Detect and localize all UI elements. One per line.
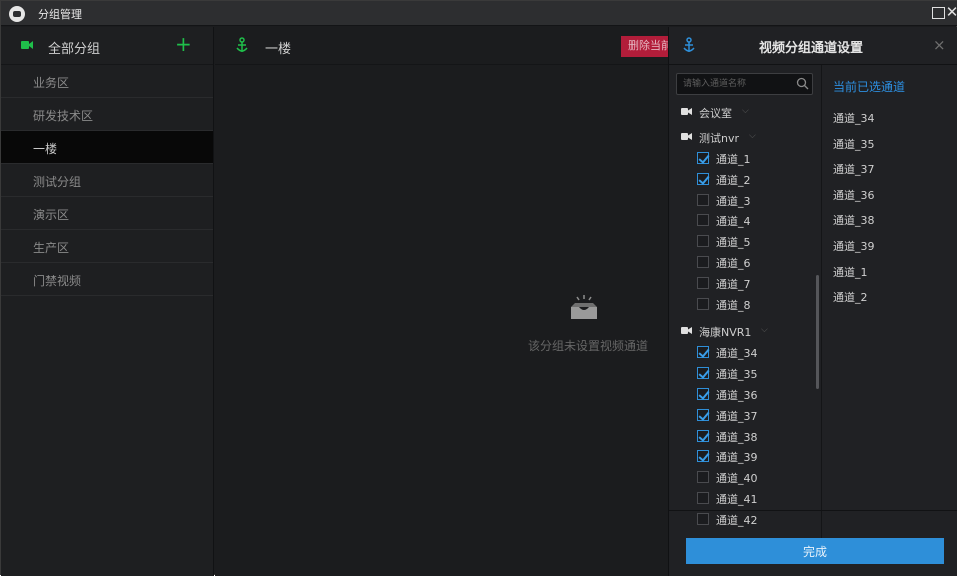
channel-name: 通道_7	[716, 277, 751, 291]
all-groups-label: 全部分组	[48, 42, 101, 57]
device-name: 会议室	[699, 107, 732, 120]
anchor-icon	[236, 37, 248, 52]
selected-channel-item[interactable]: 通道_34	[833, 110, 875, 126]
channel-checkbox[interactable]	[697, 429, 709, 442]
channel-name: 通道_1	[716, 153, 751, 166]
channel-name: 通道_41	[716, 493, 758, 506]
camera-icon	[681, 133, 692, 140]
group-sidebar: 全部分组 + 业务区研发技术区一楼测试分组演示区生产区门禁视频	[1, 27, 214, 576]
group-item-label: 测试分组	[33, 175, 82, 189]
anchor-icon	[683, 37, 695, 52]
channel-checkbox[interactable]	[697, 388, 709, 400]
channel-checkbox[interactable]	[697, 492, 709, 504]
channel-name: 通道_4	[716, 215, 751, 229]
channel-name: 通道_38	[716, 430, 758, 444]
channel-name: 通道_3	[716, 194, 751, 208]
chevron-down-icon[interactable]: ⌵	[742, 106, 749, 116]
current-group-name: 一楼	[265, 42, 292, 57]
channel-checkbox[interactable]	[697, 297, 709, 310]
selected-channel-item[interactable]: 通道_1	[833, 264, 868, 280]
search-icon[interactable]	[796, 77, 809, 90]
selected-channel-item[interactable]: 通道_37	[833, 161, 875, 177]
channel-settings-panel: 视频分组通道设置 × 会议室 ⌵ 测试nvr ⌵ 通道_1 通道_2 通道_3 通道_4 通道_…	[668, 27, 957, 576]
channel-name: 通道_8	[716, 298, 751, 312]
delete-current-button[interactable]: 删除当前	[621, 36, 668, 57]
group-detail-area: 一楼 删除当前 该分组未设置视频通道	[215, 27, 668, 576]
done-button[interactable]: 完成	[686, 538, 944, 564]
selected-channel-item[interactable]: 通道_2	[833, 289, 868, 305]
channel-checkbox[interactable]	[697, 235, 709, 248]
selected-channel-item[interactable]: 通道_39	[833, 238, 875, 254]
channel-checkbox[interactable]	[697, 408, 709, 421]
channel-checkbox[interactable]	[697, 276, 709, 289]
selected-channels-column: 当前已选通道 通道_34 通道_35 通道_37 通道_36 通道_38 通道_39 通道_…	[821, 65, 957, 548]
channel-search-input[interactable]	[683, 76, 793, 92]
channel-tree: 会议室 ⌵ 测试nvr ⌵ 通道_1 通道_2 通道_3 通道_4 通道_5 通道_6 通道_7 通道…	[669, 99, 819, 548]
group-item-label: 业务区	[33, 76, 70, 90]
close-window-icon[interactable]: ✕	[944, 4, 957, 20]
channel-name: 通道_5	[716, 236, 751, 250]
window-title: 分组管理	[38, 8, 82, 21]
group-detail-header: 一楼 删除当前	[215, 27, 668, 65]
group-item[interactable]: 一楼	[1, 131, 213, 164]
group-item-label: 研发技术区	[33, 109, 94, 123]
selected-channel-item[interactable]: 通道_38	[833, 212, 875, 228]
group-item-label: 生产区	[33, 241, 70, 255]
channel-checkbox[interactable]	[697, 152, 709, 164]
selected-channel-item[interactable]: 通道_35	[833, 136, 875, 152]
channel-checkbox[interactable]	[697, 256, 709, 268]
all-groups-header[interactable]: 全部分组 +	[1, 27, 213, 65]
selected-channel-item[interactable]: 通道_36	[833, 187, 875, 203]
camera-icon	[681, 327, 692, 335]
channel-checkbox[interactable]	[697, 471, 709, 484]
channel-name: 通道_40	[716, 472, 758, 486]
add-group-button[interactable]: +	[175, 32, 192, 56]
channel-name: 通道_6	[716, 257, 751, 270]
channel-checkbox[interactable]	[697, 172, 709, 185]
group-item[interactable]: 测试分组	[1, 164, 213, 197]
group-list: 业务区研发技术区一楼测试分组演示区生产区门禁视频	[1, 65, 213, 296]
panel-close-icon[interactable]: ×	[933, 36, 946, 54]
device-name: 测试nvr	[699, 132, 740, 145]
device-name: 海康NVR1	[699, 326, 752, 340]
group-item-label: 一楼	[33, 142, 58, 156]
group-item[interactable]: 演示区	[1, 197, 213, 230]
channel-name: 通道_35	[716, 368, 758, 382]
group-item[interactable]: 门禁视频	[1, 263, 213, 296]
channel-checkbox[interactable]	[697, 214, 709, 227]
chevron-down-icon[interactable]: ⌵	[761, 325, 768, 335]
channel-checkbox[interactable]	[697, 346, 709, 359]
selected-channels-header: 当前已选通道	[833, 80, 906, 94]
channel-checkbox[interactable]	[697, 193, 709, 206]
group-item[interactable]: 研发技术区	[1, 98, 213, 131]
empty-state-text: 该分组未设置视频通道	[528, 339, 649, 353]
tree-scrollbar[interactable]	[816, 275, 819, 389]
app-logo-icon	[9, 6, 25, 22]
channel-name: 通道_36	[716, 389, 758, 402]
channel-name: 通道_34	[716, 347, 758, 361]
group-management-window: 分组管理 ✕ 全部分组 + 业务区 研发技术区 一楼 测试分组 演示区 生产区 门禁视频 一…	[0, 0, 957, 576]
channel-search-box	[676, 73, 813, 95]
group-item[interactable]: 业务区	[1, 65, 213, 98]
group-item[interactable]: 生产区	[1, 230, 213, 263]
group-item-label: 演示区	[33, 208, 70, 222]
chevron-down-icon[interactable]: ⌵	[749, 131, 756, 141]
group-item-label: 门禁视频	[33, 274, 82, 288]
channel-checkbox[interactable]	[697, 450, 709, 463]
channel-checkbox[interactable]	[697, 367, 709, 380]
empty-tray-icon	[571, 295, 597, 319]
panel-title: 视频分组通道设置	[759, 41, 864, 56]
title-bar: 分组管理 ✕	[1, 1, 957, 26]
camera-icon	[681, 108, 692, 115]
camera-icon	[21, 41, 33, 49]
channel-name: 通道_37	[716, 409, 758, 423]
panel-header: 视频分组通道设置 ×	[669, 27, 957, 65]
channel-name: 通道_2	[716, 173, 751, 187]
channel-name: 通道_39	[716, 451, 758, 465]
